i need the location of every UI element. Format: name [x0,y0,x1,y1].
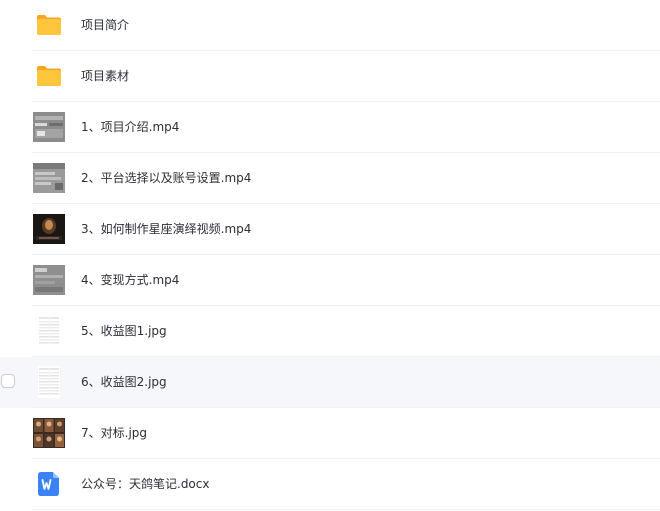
video-thumbnail [33,162,65,194]
file-name: 6、收益图2.jpg [81,375,167,389]
word-doc-icon [33,468,65,500]
file-row-video[interactable]: 1、项目介绍.mp4 [0,102,660,153]
file-row-folder[interactable]: 项目素材 [0,51,660,102]
file-name: 5、收益图1.jpg [81,324,167,338]
file-row-video[interactable]: 4、变现方式.mp4 [0,255,660,306]
image-thumbnail [33,417,65,449]
image-thumbnail [33,366,65,398]
video-thumbnail [33,111,65,143]
video-thumbnail [33,264,65,296]
file-row-docx[interactable]: 公众号：天鸽笔记.docx [0,459,660,510]
row-checkbox[interactable] [1,374,15,388]
file-name: 7、对标.jpg [81,426,148,440]
file-name: 项目简介 [81,18,130,32]
file-list: 项目简介 项目素材 1、项目介绍.mp4 2、平台选择以及账号设置.mp4 3、… [0,0,660,511]
file-name: 4、变现方式.mp4 [81,273,180,287]
video-thumbnail [33,213,65,245]
file-name: 项目素材 [81,69,130,83]
image-thumbnail [33,315,65,347]
file-name: 2、平台选择以及账号设置.mp4 [81,171,252,185]
row-divider [32,509,660,510]
file-name: 公众号：天鸽笔记.docx [81,477,210,491]
file-row-image[interactable]: 7、对标.jpg [0,408,660,459]
file-row-image[interactable]: 6、收益图2.jpg [0,357,660,408]
folder-icon [33,9,65,41]
folder-icon [33,60,65,92]
file-row-video[interactable]: 2、平台选择以及账号设置.mp4 [0,153,660,204]
file-row-video[interactable]: 3、如何制作星座演绎视频.mp4 [0,204,660,255]
file-row-image[interactable]: 5、收益图1.jpg [0,306,660,357]
file-name: 1、项目介绍.mp4 [81,120,180,134]
file-name: 3、如何制作星座演绎视频.mp4 [81,222,252,236]
file-row-folder[interactable]: 项目简介 [0,0,660,51]
